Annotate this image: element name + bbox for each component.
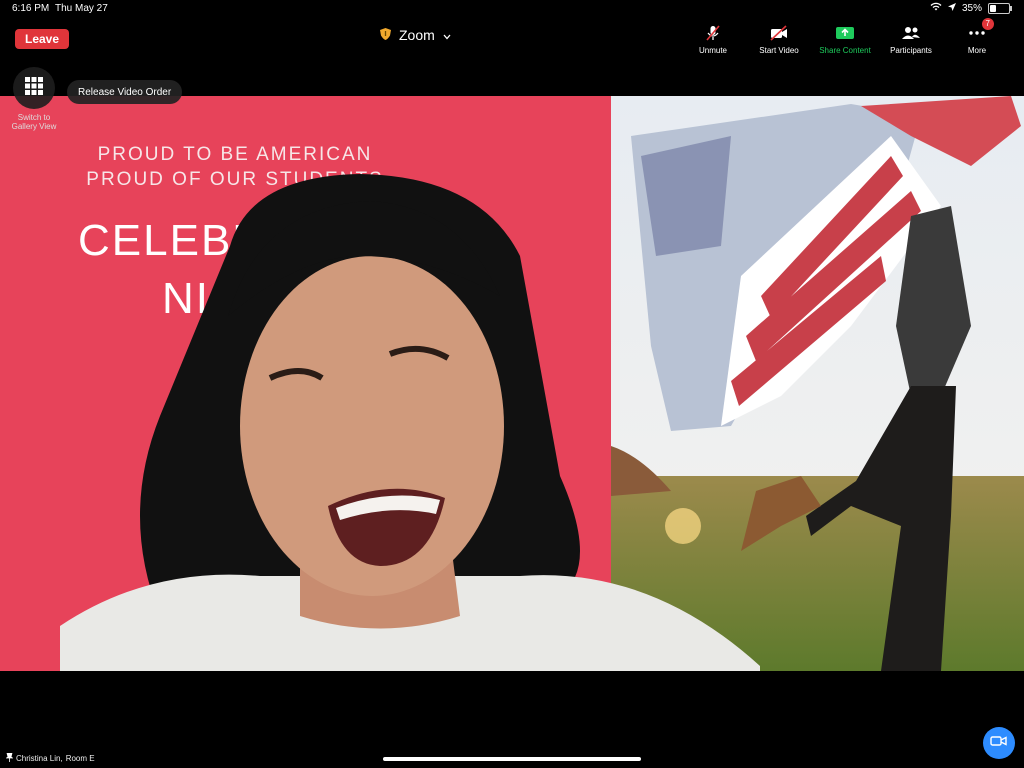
gallery-view-label: Switch to Gallery View xyxy=(11,113,57,131)
participants-label: Participants xyxy=(890,46,932,55)
more-label: More xyxy=(967,46,987,55)
switch-to-gallery-view-button[interactable] xyxy=(13,67,55,109)
battery-icon xyxy=(988,2,1012,14)
microphone-muted-icon xyxy=(704,24,722,42)
participants-icon xyxy=(901,24,921,42)
battery-percent: 35% xyxy=(961,2,982,14)
meeting-title-dropdown[interactable]: Zoom xyxy=(380,27,451,43)
unmute-label: Unmute xyxy=(698,46,727,55)
meeting-toolbar: Unmute Start Video Share Content Partici… xyxy=(680,18,1010,55)
camera-switch-button[interactable] xyxy=(983,727,1015,759)
status-time: 6:16 PM xyxy=(12,3,50,14)
status-bar: 6:16 PM Thu May 27 35% xyxy=(0,0,1024,18)
share-content-button[interactable]: Share Content xyxy=(812,24,878,55)
share-screen-icon xyxy=(835,24,855,42)
release-video-order-button[interactable]: Release Video Order xyxy=(67,80,183,104)
unmute-button[interactable]: Unmute xyxy=(680,24,746,55)
pin-icon xyxy=(5,752,14,764)
start-video-button[interactable]: Start Video xyxy=(746,24,812,55)
participants-button[interactable]: Participants xyxy=(878,24,944,55)
more-button[interactable]: 7 More xyxy=(944,18,1010,55)
participant-video xyxy=(60,174,760,671)
more-badge: 7 xyxy=(981,18,994,30)
start-video-label: Start Video xyxy=(759,46,799,55)
meeting-title: Zoom xyxy=(399,27,435,43)
location-icon xyxy=(947,2,956,14)
video-camera-icon xyxy=(990,734,1008,752)
shield-icon xyxy=(380,27,391,43)
participant-name: Christina Lin, xyxy=(16,754,63,763)
grid-icon xyxy=(24,76,44,101)
leave-button[interactable]: Leave xyxy=(15,29,69,49)
active-speaker-video: PROUD TO BE AMERICAN PROUD OF OUR STUDEN… xyxy=(0,96,1024,671)
status-indicators: 35% xyxy=(930,2,1012,14)
status-date: Thu May 27 xyxy=(55,3,108,14)
home-indicator[interactable] xyxy=(383,757,641,761)
video-off-icon xyxy=(769,24,789,42)
breakout-room-name: Room E xyxy=(65,754,95,763)
participant-name-tag: Christina Lin, Room E xyxy=(5,752,95,764)
wifi-icon xyxy=(930,2,942,14)
share-content-label: Share Content xyxy=(819,46,871,55)
chevron-down-icon xyxy=(443,27,451,43)
